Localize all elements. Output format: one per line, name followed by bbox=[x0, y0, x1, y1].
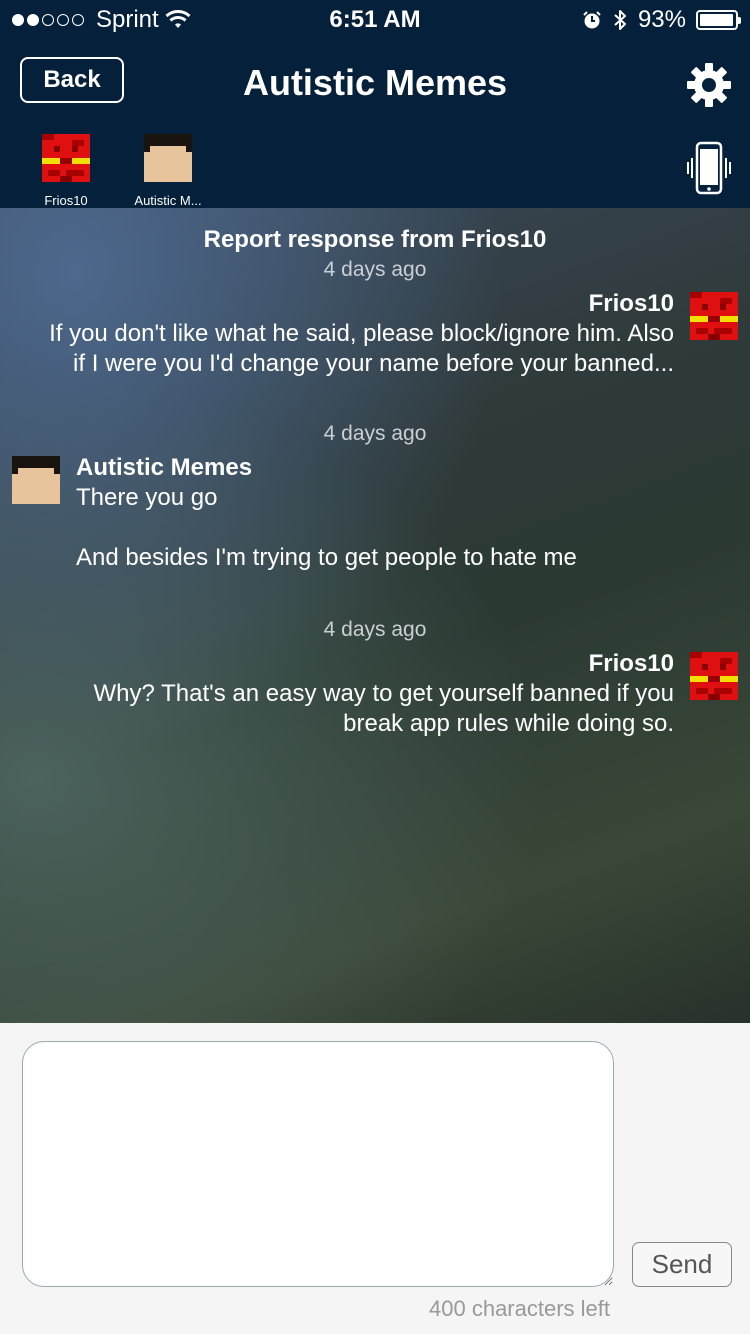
message-text: There you go And besides I'm trying to g… bbox=[76, 484, 577, 571]
member-autistic-memes[interactable]: Autistic M... bbox=[132, 134, 204, 208]
message-text: Why? That's an easy way to get yourself … bbox=[93, 680, 674, 737]
message-bubble: Frios10 If you don't like what he said, … bbox=[34, 289, 674, 379]
avatar[interactable] bbox=[690, 652, 738, 700]
character-counter: 400 characters left bbox=[429, 1296, 610, 1321]
member-name: Frios10 bbox=[44, 193, 88, 208]
battery-percent: 93% bbox=[637, 6, 686, 33]
report-title: Report response from Frios10 bbox=[203, 226, 547, 253]
gear-icon[interactable] bbox=[686, 62, 732, 108]
message-timestamp: 4 days ago bbox=[323, 422, 427, 445]
status-right: 93% bbox=[582, 6, 741, 34]
member-list: Frios10 Autistic M... bbox=[30, 134, 204, 208]
message-bubble: Frios10 Why? That's an easy way to get y… bbox=[34, 649, 674, 739]
battery-icon bbox=[696, 10, 741, 30]
message-sender: Autistic Memes bbox=[76, 454, 253, 481]
message-sender: Frios10 bbox=[588, 650, 674, 677]
message-text: If you don't like what he said, please b… bbox=[49, 320, 674, 377]
status-bar: Sprint 6:51 AM 93% bbox=[0, 0, 750, 40]
avatar bbox=[144, 134, 192, 182]
message-composer: Send 400 characters left bbox=[0, 1023, 750, 1334]
message-sender: Frios10 bbox=[588, 290, 674, 317]
avatar[interactable] bbox=[690, 292, 738, 340]
avatar bbox=[42, 134, 90, 182]
bluetooth-icon bbox=[614, 10, 626, 30]
message-input[interactable] bbox=[22, 1041, 614, 1287]
message-bubble: Autistic Memes There you go And besides … bbox=[76, 453, 696, 573]
member-frios10[interactable]: Frios10 bbox=[30, 134, 102, 208]
alarm-icon bbox=[583, 11, 601, 29]
send-button[interactable]: Send bbox=[632, 1242, 732, 1287]
phone-vibrate-icon[interactable] bbox=[686, 140, 732, 196]
page-title: Autistic Memes bbox=[242, 62, 508, 103]
message-timestamp: 4 days ago bbox=[323, 258, 427, 281]
chat-area[interactable]: Report response from Frios10 4 days ago … bbox=[0, 208, 750, 1023]
member-name: Autistic M... bbox=[134, 193, 202, 208]
message-timestamp: 4 days ago bbox=[323, 618, 427, 641]
app-header: Sprint 6:51 AM 93% Back Autistic Memes F… bbox=[0, 0, 750, 208]
avatar[interactable] bbox=[12, 456, 60, 504]
